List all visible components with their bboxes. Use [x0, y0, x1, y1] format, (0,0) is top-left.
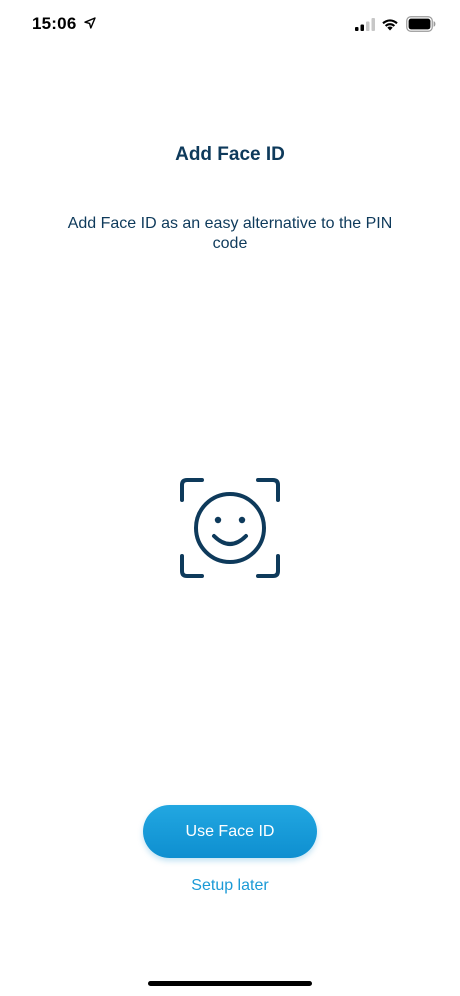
- use-face-id-button[interactable]: Use Face ID: [143, 805, 317, 858]
- setup-later-link[interactable]: Setup later: [0, 877, 460, 895]
- page-subtitle: Add Face ID as an easy alternative to th…: [67, 215, 393, 252]
- location-arrow-icon: [84, 17, 96, 29]
- page-title: Add Face ID: [175, 144, 285, 165]
- status-bar: 15:06: [0, 0, 460, 50]
- home-indicator[interactable]: [148, 981, 312, 986]
- face-id-icon: [180, 478, 280, 578]
- cellular-signal-icon: [355, 18, 375, 31]
- battery-icon: [406, 16, 436, 32]
- wifi-icon: [382, 19, 398, 31]
- status-time: 15:06: [32, 14, 77, 33]
